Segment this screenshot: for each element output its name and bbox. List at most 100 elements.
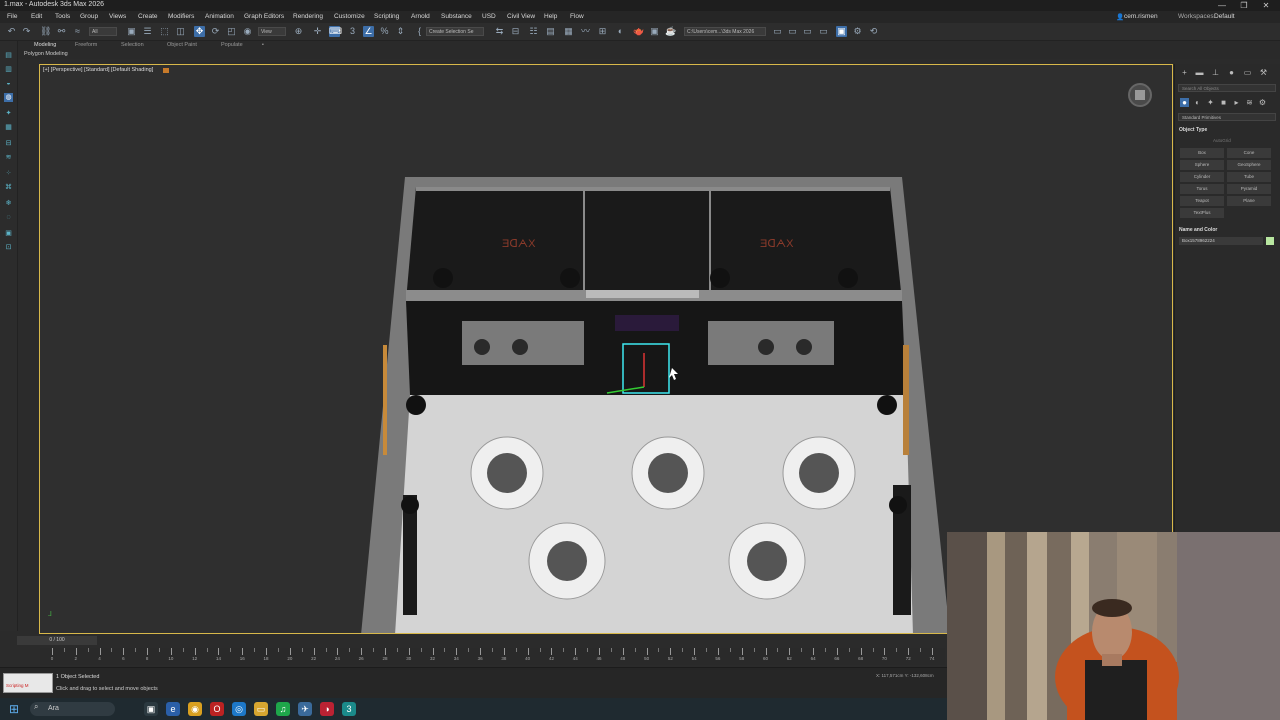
ribbon-sublabel[interactable]: Polygon Modeling	[24, 51, 68, 57]
named-selection-sets[interactable]: Create Selection Se	[426, 27, 484, 36]
sphere-button[interactable]: Sphere	[1180, 160, 1224, 170]
menu-civil-view[interactable]: Civil View	[507, 13, 535, 20]
layer-explorer-icon[interactable]: ▤	[545, 26, 556, 37]
display-frozen-icon[interactable]: ❄	[4, 199, 13, 208]
unlink-icon[interactable]: ⚯	[56, 26, 67, 37]
display-particles-icon[interactable]: ⁘	[4, 169, 13, 178]
box-button[interactable]: Box	[1180, 148, 1224, 158]
maximize-button[interactable]: ❐	[1234, 0, 1254, 11]
cameras-icon[interactable]: ■	[1219, 98, 1228, 107]
geometry-icon[interactable]: ●	[1180, 98, 1189, 107]
place-icon[interactable]: ◉	[242, 26, 253, 37]
menu-tools[interactable]: Tools	[55, 13, 70, 20]
workspace-select[interactable]: Default	[1214, 13, 1235, 20]
display-geometry-icon[interactable]: ◒	[4, 79, 13, 88]
menu-group[interactable]: Group	[80, 13, 98, 20]
snaps-toggle-icon[interactable]: 3	[347, 26, 358, 37]
scene-explorer-icon[interactable]: ▤	[4, 51, 13, 60]
material-editor-icon[interactable]: ◐	[615, 26, 626, 37]
reference-coordinate-select[interactable]: View	[258, 27, 286, 36]
display-shapes-icon[interactable]: ◍	[4, 93, 13, 102]
display-lights-icon[interactable]: ✦	[4, 109, 13, 118]
object-name-field[interactable]: Box1578962224	[1179, 237, 1263, 245]
menu-edit[interactable]: Edit	[31, 13, 42, 20]
menu-arnold[interactable]: Arnold	[411, 13, 430, 20]
user-icon[interactable]: 👤	[1116, 13, 1124, 21]
geosphere-button[interactable]: GeoSphere	[1227, 160, 1271, 170]
spinner-snap-icon[interactable]: ⇕	[395, 26, 406, 37]
lights-icon[interactable]: ✦	[1206, 98, 1215, 107]
time-slider[interactable]: 0 / 100	[17, 636, 97, 645]
systems-icon[interactable]: ⚙	[1258, 98, 1267, 107]
menu-customize[interactable]: Customize	[334, 13, 365, 20]
project-icon[interactable]: ▭	[772, 26, 783, 37]
bind-spacewarp-icon[interactable]: ≈	[72, 26, 83, 37]
ribbon-toggle-icon[interactable]: ▦	[563, 26, 574, 37]
menu-usd[interactable]: USD	[482, 13, 496, 20]
tab-modeling[interactable]: Modeling	[34, 42, 56, 48]
menu-scripting[interactable]: Scripting	[374, 13, 399, 20]
browser-icon[interactable]: ◎	[232, 702, 246, 716]
sync-icon[interactable]: ⟲	[868, 26, 879, 37]
helpers-icon[interactable]: ▸	[1232, 98, 1241, 107]
utilities-tab-icon[interactable]: ⚒	[1259, 68, 1268, 77]
textplus-button[interactable]: TextPlus	[1180, 208, 1224, 218]
angle-snap-icon[interactable]: ∠	[363, 26, 374, 37]
open-project-icon[interactable]: ▭	[787, 26, 798, 37]
rect-selection-icon[interactable]: ⬚	[159, 26, 170, 37]
menu-animation[interactable]: Animation	[205, 13, 234, 20]
keyboard-shortcut-icon[interactable]: ⌨	[329, 26, 342, 37]
undo-icon[interactable]: ↶	[6, 26, 17, 37]
select-scale-icon[interactable]: ◰	[226, 26, 237, 37]
folder-icon[interactable]: ▭	[802, 26, 813, 37]
align-icon[interactable]: ⊟	[510, 26, 521, 37]
display-bones-icon[interactable]: ⌘	[4, 183, 13, 192]
name-color-title[interactable]: Name and Color	[1179, 227, 1217, 233]
ribbon-options-icon[interactable]: ▪	[262, 42, 264, 48]
display-hidden-icon[interactable]: ◌	[4, 213, 13, 222]
menu-flow[interactable]: Flow	[570, 13, 584, 20]
settings-icon[interactable]: ⚙	[852, 26, 863, 37]
spacewarps-icon[interactable]: ≋	[1245, 98, 1254, 107]
create-tab-icon[interactable]: +	[1180, 68, 1189, 77]
pyramid-button[interactable]: Pyramid	[1227, 184, 1271, 194]
coordinate-readout[interactable]: X: 117,571cm Y: -132,608cm	[876, 673, 934, 678]
torus-button[interactable]: Torus	[1180, 184, 1224, 194]
display-tab-icon[interactable]: ▭	[1243, 68, 1252, 77]
menu-file[interactable]: File	[7, 13, 17, 20]
display-containers-icon[interactable]: ▣	[4, 229, 13, 238]
modify-tab-icon[interactable]: ▬	[1195, 68, 1204, 77]
minimize-button[interactable]: —	[1212, 0, 1232, 11]
menu-views[interactable]: Views	[109, 13, 126, 20]
schematic-view-icon[interactable]: ⊞	[597, 26, 608, 37]
windows-start-icon[interactable]: ⊞	[9, 703, 21, 715]
steam-icon[interactable]: ✈	[298, 702, 312, 716]
mirror-icon[interactable]: ⇆	[494, 26, 505, 37]
pivot-icon[interactable]: ⊕	[293, 26, 304, 37]
object-color-swatch[interactable]	[1266, 237, 1274, 245]
cone-button[interactable]: Cone	[1227, 148, 1271, 158]
spotify-icon[interactable]: ♫	[276, 702, 290, 716]
primitive-category-select[interactable]: Standard Primitives	[1178, 113, 1276, 121]
select-rotate-icon[interactable]: ⟳	[210, 26, 221, 37]
opera-icon[interactable]: O	[210, 702, 224, 716]
select-object-icon[interactable]: ▣	[126, 26, 137, 37]
selection-filter-select[interactable]: All	[89, 27, 117, 36]
manipulate-icon[interactable]: ✛	[312, 26, 323, 37]
3dsmax-icon[interactable]: 3	[342, 702, 356, 716]
tab-freeform[interactable]: Freeform	[75, 42, 97, 48]
select-move-icon[interactable]: ✥	[194, 26, 205, 37]
timeline-ruler[interactable]: 0 2 4 6 8 10 12 14 16 18 20 22 24 26 28 30 32 34 36 38 40 42 4…	[40, 648, 945, 665]
rendered-frame-icon[interactable]: ▣	[649, 26, 660, 37]
menu-rendering[interactable]: Rendering	[293, 13, 323, 20]
display-xref-icon[interactable]: ⊡	[4, 243, 13, 252]
autogrid-checkbox[interactable]: AutoGrid	[1213, 138, 1231, 143]
taskbar-search[interactable]: Ara	[30, 702, 115, 716]
menu-substance[interactable]: Substance	[441, 13, 472, 20]
task-view-icon[interactable]: ▣	[144, 702, 158, 716]
motion-tab-icon[interactable]: ●	[1227, 68, 1236, 77]
display-helpers-icon[interactable]: ⊟	[4, 139, 13, 148]
object-search-input[interactable]: Search All Objects	[1178, 84, 1276, 92]
menu-modifiers[interactable]: Modifiers	[168, 13, 194, 20]
viewport-layout-icon[interactable]: ▣	[836, 26, 847, 37]
